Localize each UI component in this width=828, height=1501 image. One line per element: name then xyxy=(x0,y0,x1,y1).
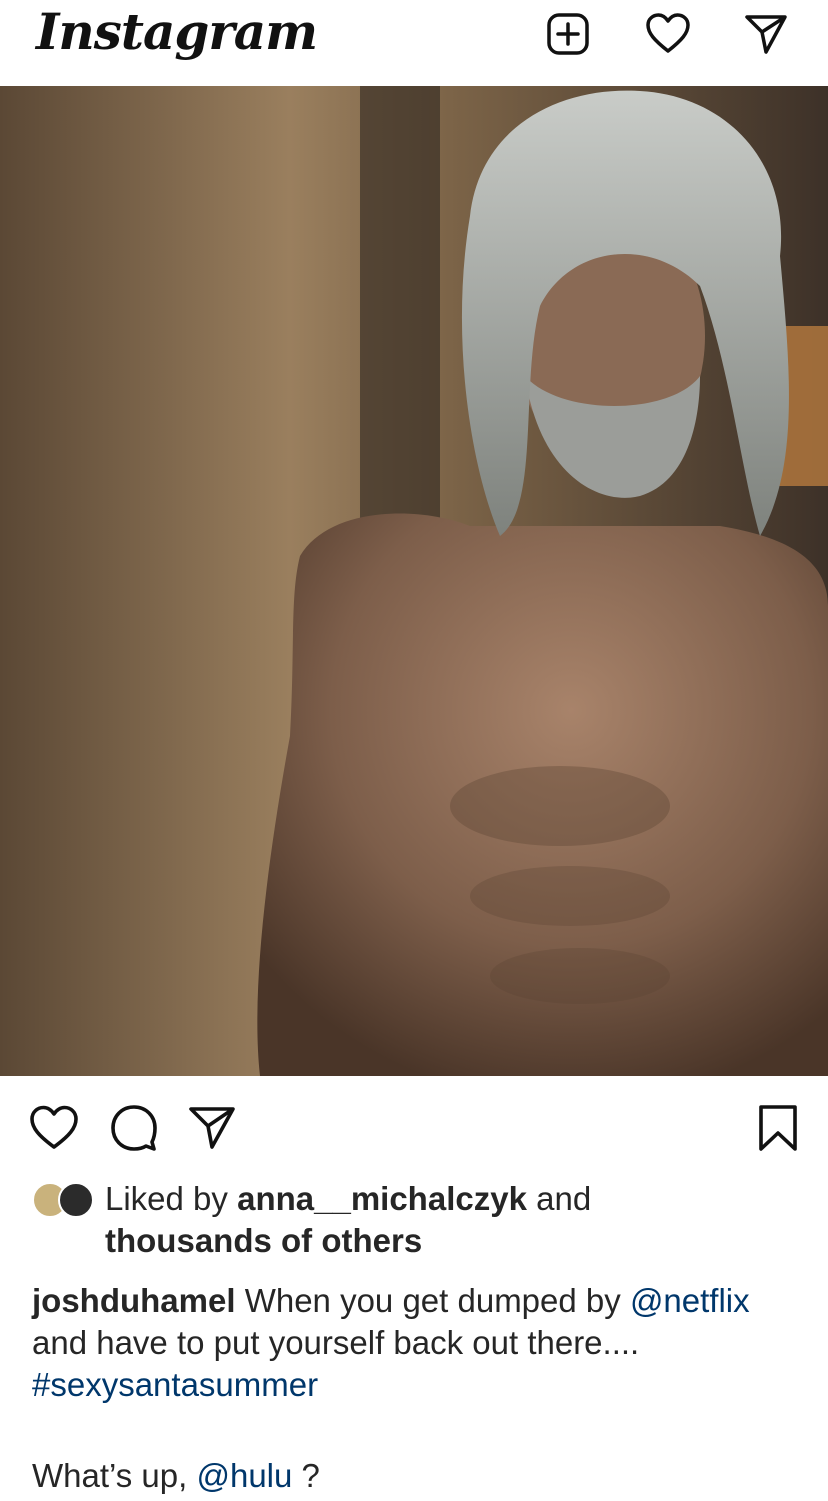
share-icon[interactable] xyxy=(186,1102,238,1154)
caption-hashtag[interactable]: #sexysantasummer xyxy=(32,1366,318,1403)
caption-username[interactable]: joshduhamel xyxy=(32,1282,236,1319)
comment-icon[interactable] xyxy=(108,1102,160,1154)
heart-icon[interactable] xyxy=(644,10,692,58)
new-post-icon[interactable] xyxy=(544,10,592,58)
caption-text: ? xyxy=(292,1457,320,1494)
likes-conj: and xyxy=(536,1180,592,1217)
post-photo[interactable] xyxy=(0,86,828,1076)
caption-text: What’s up, xyxy=(32,1457,197,1494)
top-bar: Instagram xyxy=(0,0,828,86)
likes-prefix: Liked by xyxy=(105,1180,228,1217)
post-actions xyxy=(0,1076,828,1172)
post-caption-line2: What’s up, @hulu ? xyxy=(32,1455,802,1497)
likes-others[interactable]: thousands of others xyxy=(105,1222,422,1259)
direct-message-icon[interactable] xyxy=(742,10,790,58)
caption-mention[interactable]: @netflix xyxy=(630,1282,750,1319)
avatar xyxy=(58,1182,94,1218)
bookmark-icon[interactable] xyxy=(752,1102,804,1154)
post-caption: joshduhamel When you get dumped by @netf… xyxy=(32,1280,802,1406)
liker-username[interactable]: anna__michalczyk xyxy=(237,1180,527,1217)
instagram-logo[interactable]: Instagram xyxy=(36,2,318,61)
caption-text: When you get dumped by xyxy=(235,1282,630,1319)
caption-text: and have to put yourself back out there.… xyxy=(32,1324,640,1361)
like-icon[interactable] xyxy=(28,1102,80,1154)
caption-mention[interactable]: @hulu xyxy=(196,1457,292,1494)
likes-text[interactable]: Liked by anna__michalczyk and thousands … xyxy=(105,1178,805,1262)
liker-avatars[interactable] xyxy=(32,1182,96,1218)
